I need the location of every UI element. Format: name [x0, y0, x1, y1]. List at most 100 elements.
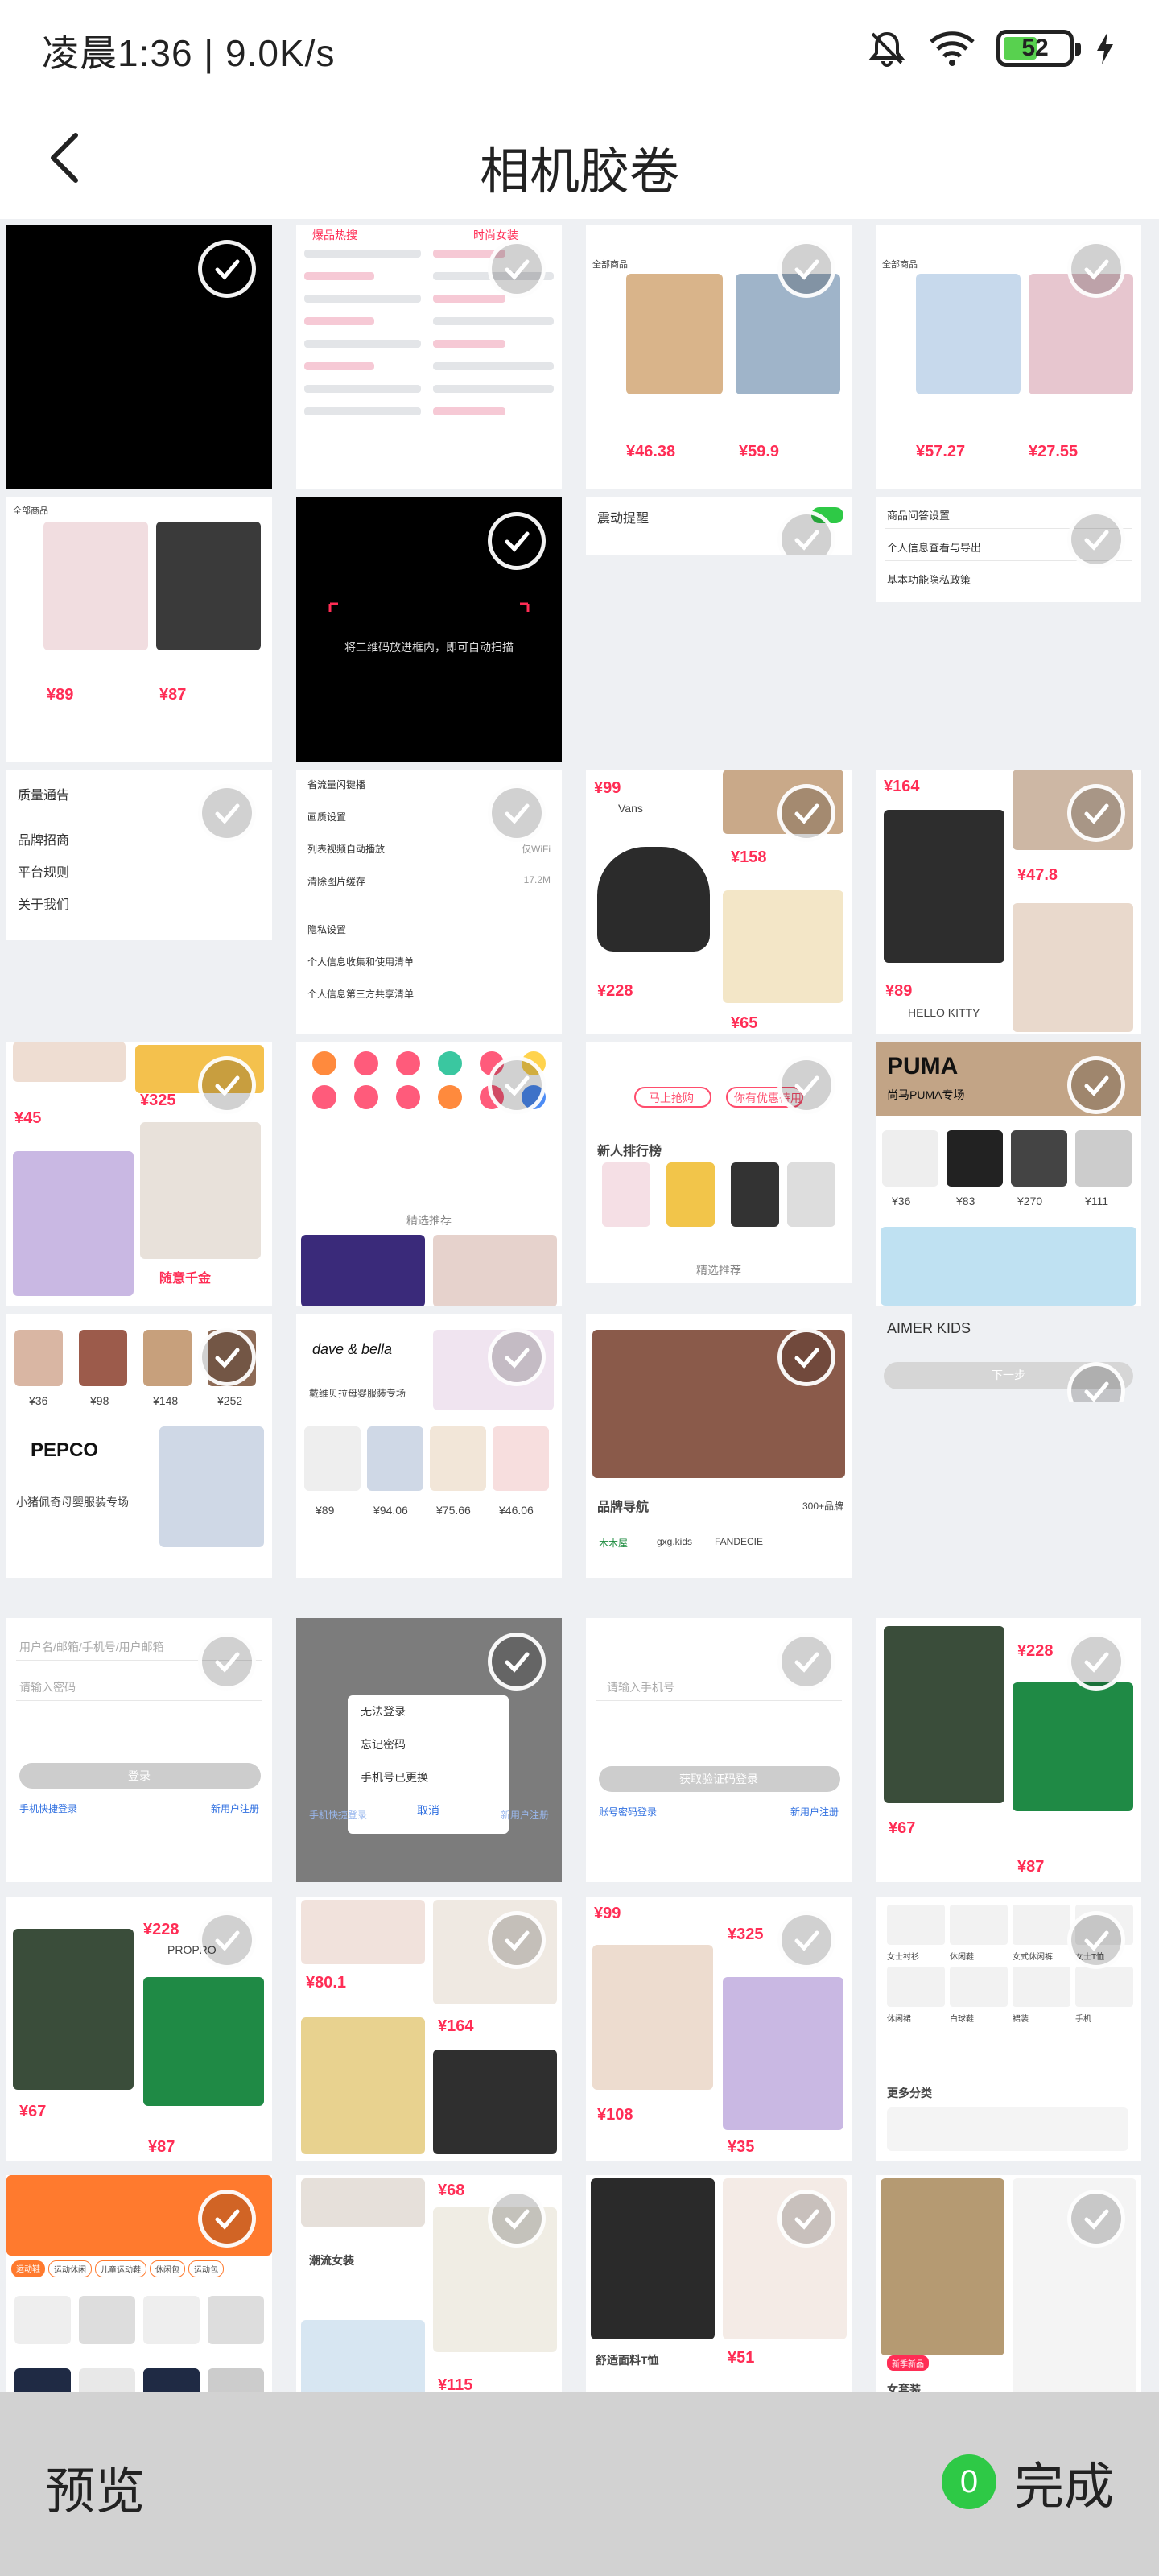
check-icon: [794, 259, 819, 280]
select-checkbox[interactable]: [1067, 2190, 1125, 2248]
select-checkbox[interactable]: [488, 1633, 546, 1690]
thumb-text: 个人信息查看与导出: [887, 542, 982, 554]
photo-thumbnail[interactable]: 全部商品 ¥89 ¥87: [6, 497, 272, 762]
select-checkbox[interactable]: [777, 784, 835, 842]
select-checkbox[interactable]: [488, 512, 546, 570]
thumb-price: ¥325: [140, 1092, 176, 1109]
thumb-price: ¥67: [889, 1819, 916, 1837]
photo-thumbnail[interactable]: 全部商品 ¥46.38 ¥59.9: [586, 225, 852, 489]
photo-thumbnail[interactable]: ¥45 ¥325 随意千金: [6, 1042, 272, 1306]
photo-thumbnail[interactable]: ¥36 ¥98 ¥148 ¥252 PEPCO 小猪佩奇母婴服装专场: [6, 1314, 272, 1578]
select-checkbox[interactable]: [1067, 1633, 1125, 1690]
photo-thumbnail[interactable]: PUMA 尚马PUMA专场 ¥36 ¥83 ¥270 ¥111: [876, 1042, 1141, 1306]
select-checkbox[interactable]: [488, 1056, 546, 1114]
select-checkbox[interactable]: [488, 1911, 546, 1969]
photo-thumbnail[interactable]: 无法登录 忘记密码 手机号已更换 取消 手机快捷登录 新用户注册: [296, 1618, 562, 1882]
select-checkbox[interactable]: [777, 1633, 835, 1690]
photo-thumbnail[interactable]: 将二维码放进框内，即可自动扫描: [296, 497, 562, 762]
thumb-price: ¥98: [90, 1394, 109, 1407]
select-checkbox[interactable]: [198, 784, 256, 842]
select-checkbox[interactable]: [198, 2190, 256, 2248]
photo-thumbnail[interactable]: ¥228 PROPRO ¥67 ¥87: [6, 1897, 272, 2161]
status-bar: 凌晨1:36 | 9.0K/s 52: [0, 0, 1159, 100]
photo-thumbnail[interactable]: 品牌导航 300+品牌 木木屋 gxg.kids FANDECIE: [586, 1314, 852, 1578]
select-checkbox[interactable]: [777, 1911, 835, 1969]
thumb-price: ¥158: [731, 848, 767, 866]
photo-thumbnail[interactable]: [6, 225, 272, 489]
thumb-text: 获取验证码登录: [679, 1773, 758, 1785]
thumb-price: ¥87: [1017, 1858, 1045, 1876]
photo-thumbnail[interactable]: 震动提醒: [586, 497, 852, 555]
photo-thumbnail[interactable]: 运动鞋 运动休闲 儿童运动鞋 休闲包 运动包: [6, 2175, 272, 2392]
thumb-text: 休闲鞋: [950, 1953, 974, 1962]
check-icon: [215, 2209, 240, 2230]
photo-thumbnail[interactable]: ¥228 ¥67 ¥87: [876, 1618, 1141, 1882]
select-checkbox[interactable]: [777, 2190, 835, 2248]
thumb-text: gxg.kids: [657, 1536, 693, 1547]
check-icon: [505, 259, 530, 280]
thumb-price: ¥87: [148, 2138, 175, 2156]
photo-thumbnail[interactable]: 全部商品 ¥57.27 ¥27.55: [876, 225, 1141, 489]
thumb-price: ¥45: [14, 1109, 42, 1127]
photo-thumbnail[interactable]: ¥99 Vans ¥158 ¥228 ¥65: [586, 770, 852, 1034]
check-icon: [215, 1930, 240, 1951]
check-icon: [794, 803, 819, 824]
thumb-price: ¥83: [956, 1195, 975, 1208]
select-checkbox[interactable]: [1067, 1056, 1125, 1114]
photo-thumbnail[interactable]: 请输入手机号 获取验证码登录 账号密码登录 新用户注册: [586, 1618, 852, 1882]
photo-thumbnail[interactable]: 爆品热搜 时尚女装: [296, 225, 562, 489]
photo-thumbnail[interactable]: 潮流女装 ¥68 ¥115: [296, 2175, 562, 2392]
thumb-price: ¥252: [217, 1394, 243, 1407]
photo-thumbnail[interactable]: 省流量闪键播 画质设置 列表视频自动播放 仅WiFi 清除图片缓存 17.2M …: [296, 770, 562, 1034]
photo-thumbnail[interactable]: ¥80.1 ¥164: [296, 1897, 562, 2161]
thumb-text: 爆品热搜: [312, 229, 357, 242]
select-checkbox[interactable]: [1067, 240, 1125, 298]
thumb-text: 尚马PUMA专场: [887, 1088, 965, 1101]
photo-thumbnail[interactable]: 女士衬衫 休闲鞋 女式休闲裤 女士T恤 休闲裙 白球鞋 裙装 手机 更多分类: [876, 1897, 1141, 2161]
photo-thumbnail[interactable]: 马上抢购 你有优惠待用 新人排行榜 精选推荐: [586, 1042, 852, 1283]
photo-thumbnail[interactable]: ¥164 ¥47.8 ¥89 HELLO KITTY: [876, 770, 1141, 1034]
thumb-price: ¥80.1: [306, 1974, 347, 1992]
select-checkbox[interactable]: [1067, 510, 1125, 568]
thumb-text: 手机: [1075, 2015, 1091, 2024]
battery-level: 52: [1021, 35, 1049, 61]
check-icon: [794, 1348, 819, 1368]
select-checkbox[interactable]: [488, 1328, 546, 1386]
thumb-price: ¥325: [728, 1926, 764, 1943]
check-icon: [794, 530, 819, 551]
photo-thumbnail[interactable]: dave & bella 戴维贝拉母婴服装专场 ¥89 ¥94.06 ¥75.6…: [296, 1314, 562, 1578]
select-checkbox[interactable]: [777, 240, 835, 298]
thumb-price: ¥65: [731, 1014, 758, 1032]
photo-thumbnail[interactable]: ¥99 ¥325 ¥108 ¥35: [586, 1897, 852, 2161]
thumb-text: 省流量闪键播: [307, 779, 366, 791]
done-button[interactable]: 0 完成: [941, 2446, 1114, 2518]
select-checkbox[interactable]: [488, 2190, 546, 2248]
select-checkbox[interactable]: [198, 1328, 256, 1386]
select-checkbox[interactable]: [777, 1328, 835, 1386]
select-checkbox[interactable]: [198, 1633, 256, 1690]
preview-button[interactable]: 预览: [45, 2450, 145, 2523]
photo-thumbnail[interactable]: 商品问答设置 个人信息查看与导出 基本功能隐私政策: [876, 497, 1141, 602]
select-checkbox[interactable]: [198, 1056, 256, 1114]
select-checkbox[interactable]: [777, 1056, 835, 1114]
thumb-price: ¥36: [29, 1394, 48, 1407]
check-icon: [215, 803, 240, 824]
check-icon: [794, 1930, 819, 1951]
select-checkbox[interactable]: [488, 784, 546, 842]
select-checkbox[interactable]: [1067, 784, 1125, 842]
thumb-price: ¥270: [1017, 1195, 1043, 1208]
photo-thumbnail[interactable]: 新季新品 女套装: [876, 2175, 1141, 2392]
thumb-text: 舒适面料T恤: [596, 2354, 659, 2367]
photo-thumbnail[interactable]: 用户名/邮箱/手机号/用户邮箱 请输入密码 登录 手机快捷登录 新用户注册: [6, 1618, 272, 1882]
select-checkbox[interactable]: [198, 240, 256, 298]
mute-bell-icon: [868, 31, 905, 67]
select-checkbox[interactable]: [1067, 1911, 1125, 1969]
thumb-price: ¥59.9: [739, 443, 780, 460]
photo-thumbnail[interactable]: 精选推荐: [296, 1042, 562, 1306]
thumb-price: ¥46.38: [626, 443, 676, 460]
select-checkbox[interactable]: [198, 1911, 256, 1969]
select-checkbox[interactable]: [488, 240, 546, 298]
photo-thumbnail[interactable]: 质量通告 品牌招商 平台规则 关于我们: [6, 770, 272, 940]
photo-thumbnail[interactable]: AIMER KIDS 下一步: [876, 1314, 1141, 1402]
photo-thumbnail[interactable]: 舒适面料T恤 ¥51: [586, 2175, 852, 2392]
